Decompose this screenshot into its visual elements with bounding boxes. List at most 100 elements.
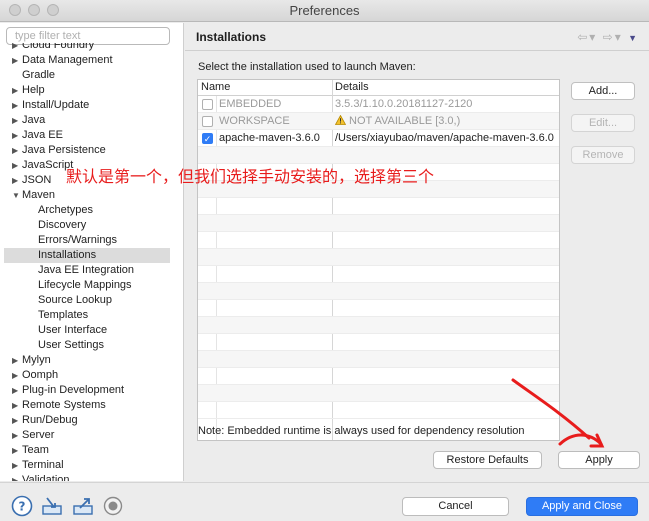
sidebar-item-label: Oomph — [22, 369, 59, 381]
view-menu-icon[interactable]: ▼ — [628, 33, 639, 43]
sidebar-item[interactable]: Archetypes — [0, 203, 183, 218]
sidebar-item-label: Source Lookup — [38, 294, 112, 306]
sidebar-item-label: Gradle — [22, 69, 56, 81]
sidebar-item[interactable]: Java EE Integration — [0, 263, 183, 278]
add-button[interactable]: Add... — [571, 82, 635, 100]
sidebar-item[interactable]: ▶ Java — [0, 113, 183, 128]
edit-button[interactable]: Edit... — [571, 114, 635, 132]
collapsed-arrow-icon[interactable]: ▶ — [12, 128, 22, 143]
collapsed-arrow-icon[interactable]: ▶ — [12, 83, 22, 98]
sidebar-item[interactable]: ▶ Data Management — [0, 53, 183, 68]
sidebar-item[interactable]: ▶ Remote Systems — [0, 398, 183, 413]
sidebar-item[interactable]: ▶ Java Persistence — [0, 143, 183, 158]
empty-table-row — [198, 317, 559, 334]
installation-details-text: /Users/xiayubao/maven/apache-maven-3.6.0 — [335, 132, 554, 144]
table-row[interactable]: ✓ apache-maven-3.6.0/Users/xiayubao/maven… — [198, 130, 559, 147]
collapsed-arrow-icon[interactable]: ▶ — [12, 113, 22, 128]
expanded-arrow-icon[interactable]: ▼ — [12, 188, 22, 203]
installation-checkbox[interactable]: ✓ — [202, 133, 213, 144]
sidebar-item-label: Java EE — [22, 129, 63, 141]
sidebar-item[interactable]: ▶ Help — [0, 83, 183, 98]
sidebar-item[interactable]: ▶ Server — [0, 428, 183, 443]
collapsed-arrow-icon[interactable]: ▶ — [12, 413, 22, 428]
collapsed-arrow-icon[interactable]: ▶ — [12, 368, 22, 383]
sidebar-item[interactable]: User Settings — [0, 338, 183, 353]
window-title: Preferences — [289, 3, 360, 18]
empty-table-row — [198, 283, 559, 300]
help-icon[interactable]: ? — [11, 495, 33, 517]
apply-and-close-button[interactable]: Apply and Close — [526, 497, 638, 516]
column-details-header[interactable]: Details — [335, 81, 369, 93]
sidebar-item[interactable]: Lifecycle Mappings — [0, 278, 183, 293]
table-row[interactable]: EMBEDDED 3.5.3/1.10.0.20181127-2120 — [198, 96, 559, 113]
collapsed-arrow-icon[interactable]: ▶ — [12, 428, 22, 443]
collapsed-arrow-icon[interactable]: ▶ — [12, 398, 22, 413]
collapsed-arrow-icon[interactable]: ▶ — [12, 53, 22, 68]
sidebar-item[interactable]: ▶ Java EE — [0, 128, 183, 143]
embedded-runtime-note: Note: Embedded runtime is always used fo… — [198, 425, 525, 437]
forward-arrow-icon[interactable]: ⇨▾ — [603, 30, 623, 44]
export-preferences-icon[interactable] — [72, 495, 94, 517]
sidebar-item-label: JSON — [22, 174, 52, 186]
collapsed-arrow-icon[interactable]: ▶ — [12, 143, 22, 158]
column-name-header[interactable]: Name — [201, 81, 230, 93]
sidebar-item[interactable]: Installations — [4, 248, 170, 263]
collapsed-arrow-icon[interactable]: ▶ — [12, 353, 22, 368]
page-navigation: ⇦▾ ⇨▾ ▼ — [577, 30, 639, 44]
sidebar-item-label: Discovery — [38, 219, 87, 231]
installation-details-text: 3.5.3/1.10.0.20181127-2120 — [335, 98, 473, 110]
warning-icon — [335, 115, 346, 125]
sidebar-item[interactable]: ▼ Maven — [0, 188, 183, 203]
sidebar-item-label: Java EE Integration — [38, 264, 135, 276]
sidebar-item-label: Server — [22, 429, 55, 441]
installation-details: /Users/xiayubao/maven/apache-maven-3.6.0 — [335, 132, 554, 144]
collapsed-arrow-icon[interactable]: ▶ — [12, 173, 22, 188]
sidebar-item[interactable]: Discovery — [0, 218, 183, 233]
svg-text:?: ? — [19, 500, 26, 514]
sidebar-item[interactable]: ▶ Validation — [0, 473, 183, 481]
sidebar-item-label: Data Management — [22, 54, 113, 66]
back-arrow-icon[interactable]: ⇦▾ — [577, 30, 597, 44]
sidebar-item-label: Install/Update — [22, 99, 90, 111]
sidebar-item[interactable]: Templates — [0, 308, 183, 323]
sidebar-item[interactable]: ▶ Terminal — [0, 458, 183, 473]
annotation-arrow-icon — [511, 378, 605, 448]
sidebar-item[interactable]: ▶ Run/Debug — [0, 413, 183, 428]
sidebar-item-label: Archetypes — [38, 204, 94, 216]
installation-checkbox[interactable] — [202, 99, 213, 110]
remove-button[interactable]: Remove — [571, 146, 635, 164]
sidebar-item[interactable]: Errors/Warnings — [0, 233, 183, 248]
sidebar-item-label: Maven — [22, 189, 56, 201]
collapsed-arrow-icon[interactable]: ▶ — [12, 473, 22, 481]
collapsed-arrow-icon[interactable]: ▶ — [12, 383, 22, 398]
import-preferences-icon[interactable] — [41, 495, 63, 517]
sidebar-item[interactable]: ▶ Mylyn — [0, 353, 183, 368]
sidebar-item[interactable]: ▶ Cloud Foundry — [0, 43, 183, 53]
collapsed-arrow-icon[interactable]: ▶ — [12, 43, 22, 53]
installation-details-text: NOT AVAILABLE [3.0,) — [349, 115, 461, 127]
sidebar-item-label: Java Persistence — [22, 144, 106, 156]
empty-table-row — [198, 232, 559, 249]
collapsed-arrow-icon[interactable]: ▶ — [12, 443, 22, 458]
empty-table-row — [198, 198, 559, 215]
sidebar-item[interactable]: Source Lookup — [0, 293, 183, 308]
sidebar-item-label: Templates — [38, 309, 89, 321]
sidebar-item[interactable]: Gradle — [0, 68, 183, 83]
sidebar-item[interactable]: ▶ Team — [0, 443, 183, 458]
sidebar-item[interactable]: ▶ Install/Update — [0, 98, 183, 113]
empty-table-row — [198, 215, 559, 232]
installation-name: WORKSPACE — [219, 115, 290, 127]
cancel-button[interactable]: Cancel — [402, 497, 509, 516]
installation-checkbox[interactable] — [202, 116, 213, 127]
collapsed-arrow-icon[interactable]: ▶ — [12, 158, 22, 173]
table-row[interactable]: WORKSPACE NOT AVAILABLE [3.0,) — [198, 113, 559, 130]
sidebar-item-label: Plug-in Development — [22, 384, 125, 396]
collapsed-arrow-icon[interactable]: ▶ — [12, 458, 22, 473]
sidebar-item[interactable]: ▶ Plug-in Development — [0, 383, 183, 398]
collapsed-arrow-icon[interactable]: ▶ — [12, 98, 22, 113]
sidebar-item[interactable]: User Interface — [0, 323, 183, 338]
sidebar-item-label: Installations — [38, 249, 97, 261]
sidebar-item[interactable]: ▶ Oomph — [0, 368, 183, 383]
record-icon[interactable] — [102, 495, 124, 517]
installation-name: EMBEDDED — [219, 98, 282, 110]
